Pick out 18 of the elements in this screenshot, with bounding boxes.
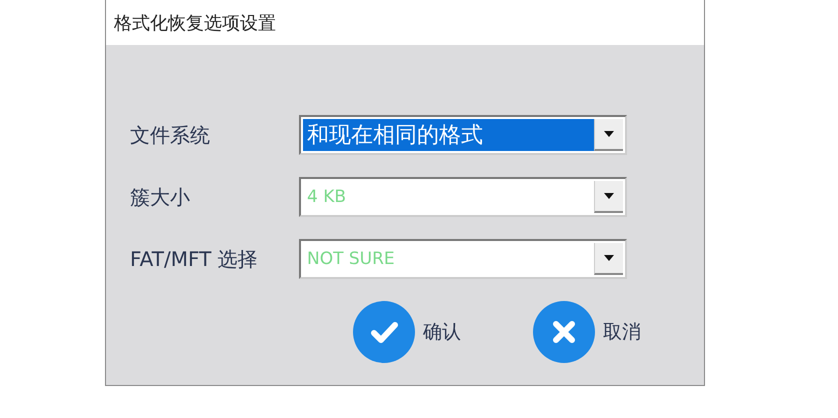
cancel-button[interactable]: 取消 xyxy=(533,301,641,363)
checkmark-icon xyxy=(353,301,415,363)
caret-icon xyxy=(604,193,614,199)
dropdown-value: 和现在相同的格式 xyxy=(303,119,594,151)
dropdown-arrow-button[interactable] xyxy=(594,181,623,213)
dropdown-arrow-button[interactable] xyxy=(594,119,623,151)
dropdown-field[interactable]: 和现在相同的格式 xyxy=(299,115,627,155)
field-label: 簇大小 xyxy=(129,184,191,210)
dropdown-value: 4 KB xyxy=(306,186,348,209)
dropdown-value: NOT SURE xyxy=(306,248,396,271)
confirm-button[interactable]: 确认 xyxy=(353,301,461,363)
close-icon xyxy=(533,301,595,363)
window-title: 格式化恢复选项设置 xyxy=(114,12,276,34)
field-label: FAT/MFT 选择 xyxy=(129,246,259,272)
field-label: 文件系统 xyxy=(129,122,211,148)
caret-icon xyxy=(604,255,614,261)
caret-icon xyxy=(604,131,614,137)
dropdown-arrow-button[interactable] xyxy=(594,243,623,275)
